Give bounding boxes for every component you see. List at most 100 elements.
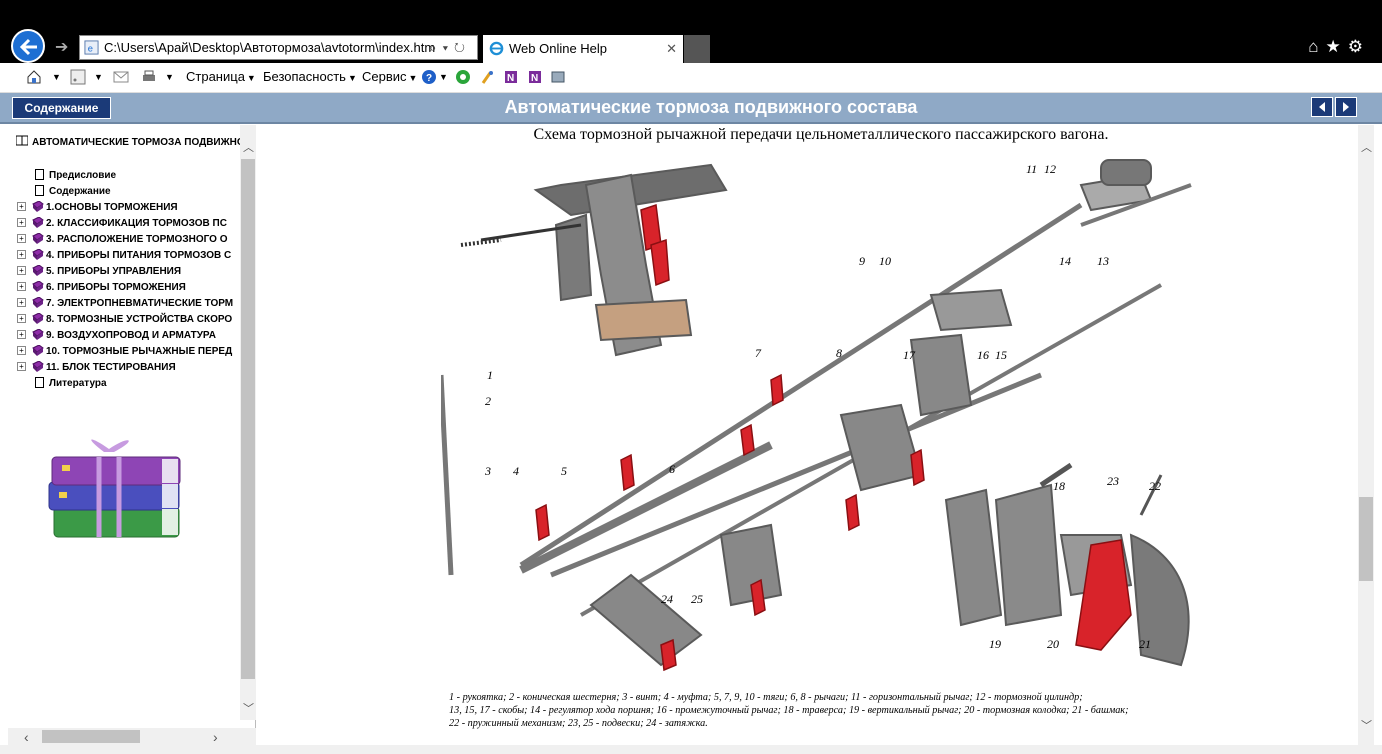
scroll-left-icon[interactable]: ‹	[24, 729, 29, 745]
menu-page[interactable]: Страница ▼	[186, 69, 256, 84]
close-tab-icon[interactable]: ✕	[666, 35, 677, 62]
addon-icon[interactable]	[550, 69, 566, 85]
tab-web-online-help[interactable]: Web Online Help ✕	[483, 35, 683, 63]
toc-item[interactable]: 2. КЛАССИФИКАЦИЯ ТОРМОЗОВ ПС	[46, 218, 227, 229]
content-pane: Схема тормозной рычажной передачи цельно…	[261, 125, 1358, 745]
books-logo-icon	[48, 439, 181, 538]
toc-item[interactable]: 8. ТОРМОЗНЫЕ УСТРОЙСТВА СКОРО	[46, 314, 232, 325]
legend-line-2: 13, 15, 17 - скобы; 14 - регулятор хода …	[449, 705, 1129, 716]
rss-icon[interactable]	[70, 69, 86, 85]
expand-icon[interactable]: +	[17, 362, 26, 371]
toc-item[interactable]: 6. ПРИБОРЫ ТОРМОЖЕНИЯ	[46, 282, 186, 293]
content-vertical-scrollbar[interactable]: ︿ ﹀	[1358, 125, 1374, 745]
book-icon	[32, 345, 44, 356]
toc-horizontal-scrollbar[interactable]: ‹ ›	[8, 728, 256, 745]
diagram-callout-label: 16	[977, 348, 989, 362]
toc-item[interactable]: 11. БЛОК ТЕСТИРОВАНИЯ	[46, 362, 176, 373]
toc-item[interactable]: Содержание	[49, 186, 111, 197]
expand-icon[interactable]: +	[17, 266, 26, 275]
gear-icon[interactable]: ⚙	[1348, 37, 1370, 56]
page-icon	[35, 185, 44, 196]
toc-pane: АВТОМАТИЧЕСКИЕ ТОРМОЗА ПОДВИЖНОГО Предис…	[8, 125, 256, 745]
content-scroll-thumb[interactable]	[1359, 497, 1373, 581]
help-icon[interactable]: ?	[421, 69, 437, 85]
toc-item[interactable]: 9. ВОЗДУХОПРОВОД И АРМАТУРА	[46, 330, 216, 341]
chevron-down-icon[interactable]: ▼	[439, 72, 448, 82]
menu-safety-label: Безопасность	[263, 69, 346, 84]
forward-arrow-icon[interactable]: ➔	[55, 37, 68, 57]
expand-icon[interactable]: +	[17, 346, 26, 355]
expand-icon[interactable]: +	[17, 330, 26, 339]
diagram-callout-label: 8	[836, 346, 842, 360]
print-icon[interactable]	[141, 69, 157, 85]
scroll-up-icon[interactable]: ︿	[1361, 139, 1372, 155]
scroll-right-icon[interactable]: ›	[213, 729, 218, 745]
toc-vertical-scrollbar[interactable]: ︿ ﹀	[240, 125, 256, 720]
home-icon[interactable]: ⌂	[1308, 37, 1325, 56]
diagram-callout-label: 24	[661, 592, 673, 606]
diagram-callout-label: 10	[879, 254, 891, 268]
expand-icon[interactable]: +	[17, 298, 26, 307]
menu-safety[interactable]: Безопасность ▼	[263, 69, 357, 84]
diagram-callout-label: 12	[1044, 162, 1056, 176]
expand-icon[interactable]: +	[17, 234, 26, 243]
toc-tree: АВТОМАТИЧЕСКИЕ ТОРМОЗА ПОДВИЖНОГО Предис…	[8, 125, 240, 720]
diagram-callout-label: 15	[995, 348, 1007, 362]
next-page-button[interactable]	[1335, 97, 1357, 117]
expand-icon[interactable]: +	[17, 202, 26, 211]
toc-item[interactable]: 3. РАСПОЛОЖЕНИЕ ТОРМОЗНОГО О	[46, 234, 227, 245]
svg-text:e: e	[88, 43, 93, 53]
diagram-callout-label: 9	[859, 254, 865, 268]
ie-icon	[489, 41, 504, 56]
menu-page-label: Страница	[186, 69, 245, 84]
diagram-callout-label: 23	[1107, 474, 1119, 488]
page-icon	[35, 169, 44, 180]
book-icon	[32, 329, 44, 340]
expand-icon[interactable]: +	[17, 218, 26, 227]
search-refresh-icons[interactable]: ⌕▾↻	[429, 36, 471, 59]
diagram-callout-label: 14	[1059, 254, 1071, 268]
expand-icon[interactable]: +	[17, 250, 26, 259]
tool-icon[interactable]	[480, 69, 496, 85]
diagram-callout-label: 7	[755, 346, 762, 360]
book-icon	[32, 361, 44, 372]
toc-item[interactable]: 7. ЭЛЕКТРОПНЕВМАТИЧЕСКИЕ ТОРМ	[46, 298, 233, 309]
toc-item[interactable]: 4. ПРИБОРЫ ПИТАНИЯ ТОРМОЗОВ С	[46, 250, 231, 261]
toc-hscroll-thumb[interactable]	[42, 730, 140, 743]
home-icon[interactable]	[26, 69, 42, 85]
toc-scroll-thumb[interactable]	[241, 159, 255, 679]
diagram-callout-label: 18	[1053, 479, 1065, 493]
diagram-callout-label: 2	[485, 394, 491, 408]
scroll-down-icon[interactable]: ﹀	[243, 700, 254, 716]
scroll-up-icon[interactable]: ︿	[243, 139, 254, 155]
toc-item[interactable]: 10. ТОРМОЗНЫЕ РЫЧАЖНЫЕ ПЕРЕД	[46, 346, 232, 357]
address-text: C:\Users\Арай\Desktop\Автотормоза\avtoto…	[104, 40, 436, 55]
chevron-down-icon[interactable]: ▼	[165, 72, 174, 82]
new-tab-button[interactable]	[684, 35, 710, 63]
expand-icon[interactable]: +	[17, 282, 26, 291]
toc-item[interactable]: Литература	[49, 378, 107, 389]
book-icon	[32, 249, 44, 260]
scroll-down-icon[interactable]: ﹀	[1361, 717, 1372, 733]
back-arrow-icon	[19, 38, 37, 56]
browser-right-icons[interactable]: ⌂★⚙	[1308, 37, 1370, 57]
onenote-icon[interactable]: N	[527, 69, 543, 85]
figure-legend: 1 - рукоятка; 2 - коническая шестерня; 3…	[449, 691, 1209, 730]
toc-root[interactable]: АВТОМАТИЧЕСКИЕ ТОРМОЗА ПОДВИЖНОГО	[32, 137, 240, 148]
prev-page-button[interactable]	[1311, 97, 1333, 117]
menu-service[interactable]: Сервис ▼	[362, 69, 417, 84]
star-icon[interactable]: ★	[1326, 37, 1348, 56]
brake-linkage-diagram: 123 4 5 67 89 1011 1213141516171819 20 21222324 2…	[441, 159, 1192, 672]
chevron-down-icon[interactable]: ▼	[94, 72, 103, 82]
green-circle-icon[interactable]	[455, 69, 471, 85]
toc-item[interactable]: 5. ПРИБОРЫ УПРАВЛЕНИЯ	[46, 266, 181, 277]
back-button[interactable]	[11, 29, 45, 63]
toc-item[interactable]: Предисловие	[49, 170, 116, 181]
onenote-icon[interactable]: N	[503, 69, 519, 85]
expand-icon[interactable]: +	[17, 314, 26, 323]
chevron-down-icon[interactable]: ▼	[52, 72, 61, 82]
prev-arrow-icon	[1319, 102, 1325, 112]
address-bar[interactable]: e C:\Users\Арай\Desktop\Автотормоза\avto…	[79, 35, 478, 60]
mail-icon[interactable]	[113, 69, 129, 85]
toc-item[interactable]: 1.ОСНОВЫ ТОРМОЖЕНИЯ	[46, 202, 178, 213]
